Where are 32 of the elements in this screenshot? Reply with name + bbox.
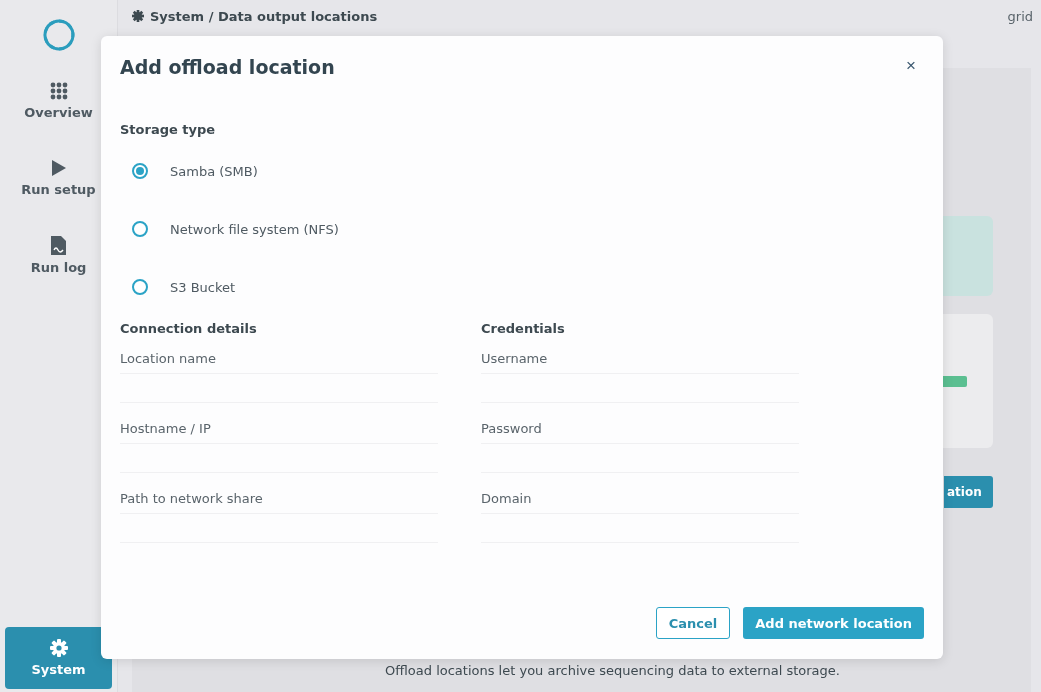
- radio-option[interactable]: S3 Bucket: [132, 276, 236, 298]
- gear-icon: [132, 10, 144, 22]
- section-heading: Storage type: [120, 122, 217, 137]
- radio-button[interactable]: [132, 163, 148, 179]
- section-heading: Credentials: [481, 321, 566, 336]
- logo-icon: [41, 18, 76, 52]
- user-name: grid: [1007, 8, 1033, 24]
- dialog-title: Add offload location: [120, 56, 335, 78]
- radio-button[interactable]: [132, 221, 148, 237]
- breadcrumb: System / Data output locations: [150, 8, 378, 24]
- section-heading: Connection details: [120, 321, 258, 336]
- field-label: Username: [481, 351, 549, 366]
- nav-item[interactable]: System: [5, 627, 112, 689]
- info-text: Offload locations let you archive sequencing data to external storage.: [385, 663, 840, 678]
- document-icon: [51, 236, 66, 255]
- radio-button[interactable]: [132, 279, 148, 295]
- radio-option[interactable]: Samba (SMB): [132, 160, 258, 182]
- grid-icon: [49, 82, 68, 100]
- cancel-button[interactable]: Cancel: [655, 607, 731, 639]
- nav-item[interactable]: Run setup: [13, 151, 104, 205]
- close-button[interactable]: ×: [898, 56, 924, 76]
- field-label: Location name: [120, 351, 217, 366]
- play-icon: [50, 159, 67, 177]
- field-label: Path to network share: [120, 491, 264, 506]
- field-label: Password: [481, 421, 543, 436]
- gear-icon: [49, 639, 68, 657]
- radio-option[interactable]: Network file system (NFS): [132, 218, 339, 240]
- field-label: Domain: [481, 491, 533, 506]
- nav-item[interactable]: Run log: [13, 228, 104, 283]
- submit-button[interactable]: Add network location: [743, 607, 924, 639]
- field-label: Hostname / IP: [120, 421, 212, 436]
- add-location-button[interactable]: ation: [944, 476, 993, 508]
